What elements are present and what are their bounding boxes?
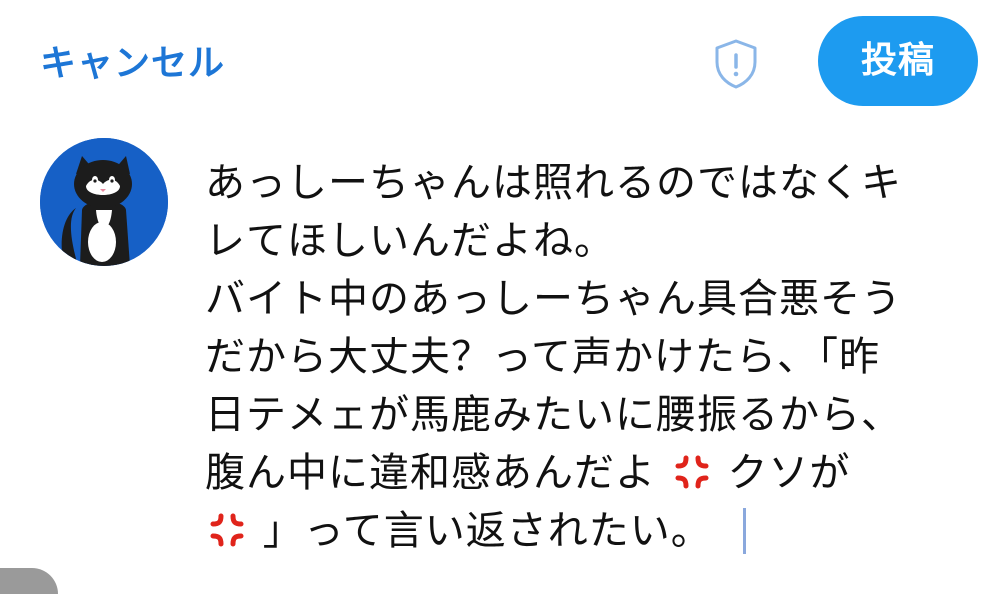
anger-symbol-icon <box>207 508 247 548</box>
compose-fragment: 」って言い返されたい。 <box>262 508 712 554</box>
shield-icon[interactable] <box>708 36 764 92</box>
compose-line: あっしーちゃんは照れるのではなくキ <box>205 160 902 206</box>
avatar[interactable] <box>40 138 168 266</box>
bottom-left-overlay <box>0 568 58 594</box>
compose-line-emoji-row: 腹ん中に違和感あんだよ クソが <box>205 444 975 502</box>
compose-line: レてほしいんだよね。 <box>205 218 615 264</box>
compose-line: だから大丈夫？って声かけたら、「昨 <box>205 334 880 380</box>
compose-fragment: クソが <box>727 450 851 496</box>
text-cursor <box>743 508 747 554</box>
compose-screen: キャンセル 投稿 あっしーちゃんは照れるのではなくキ レてほしいんだよね。 バイ… <box>0 0 1000 594</box>
anger-symbol-icon <box>672 450 712 490</box>
cat-avatar-icon <box>40 138 168 266</box>
shield-icon-graphic <box>715 39 757 89</box>
compose-line-emoji-row: 」って言い返されたい。 <box>205 502 975 560</box>
compose-textarea[interactable]: あっしーちゃんは照れるのではなくキ レてほしいんだよね。 バイト中のあっしーちゃ… <box>205 154 975 560</box>
post-button[interactable]: 投稿 <box>818 16 978 106</box>
compose-fragment: 腹ん中に違和感あんだよ <box>205 450 656 496</box>
compose-line: バイト中のあっしーちゃん具合悪そう <box>205 276 902 322</box>
cancel-button[interactable]: キャンセル <box>40 34 225 86</box>
compose-line: 日テメェが馬鹿みたいに腰振るから、 <box>205 392 902 438</box>
